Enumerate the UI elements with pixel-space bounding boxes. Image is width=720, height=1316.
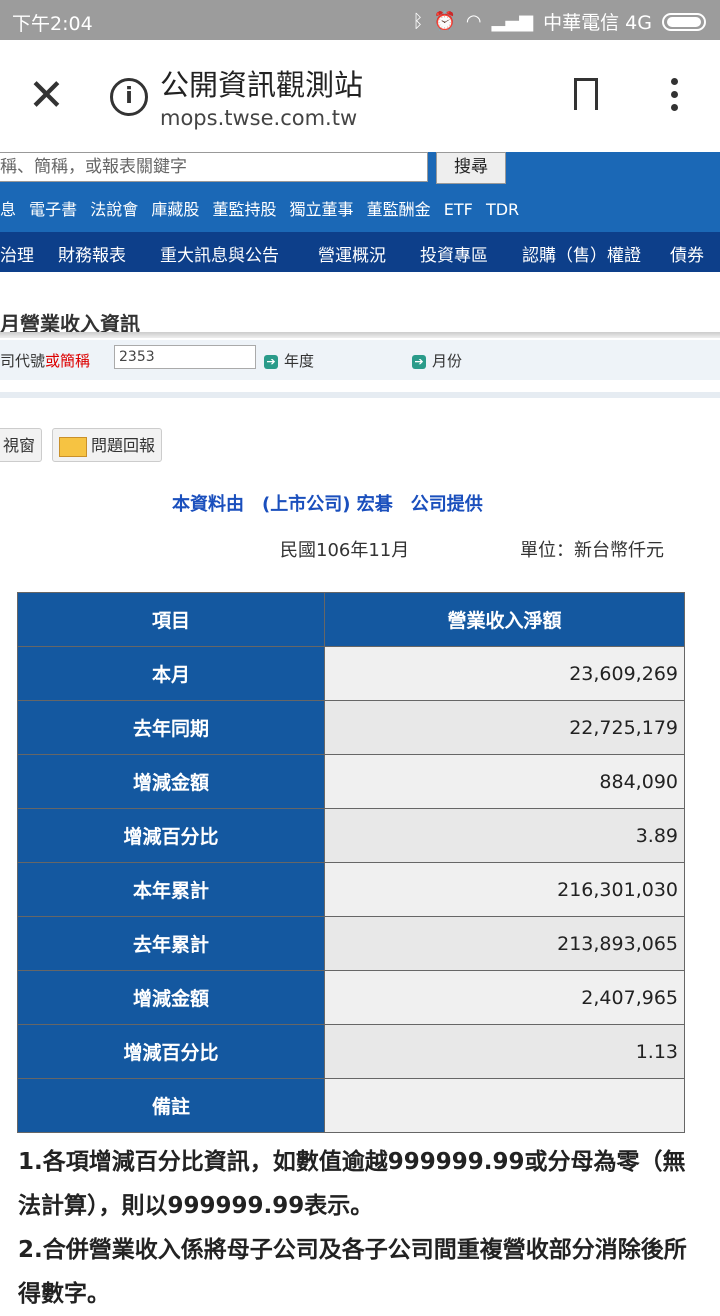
table-row: 本月 23,609,269 <box>17 646 685 701</box>
row-value: 1.13 <box>324 1024 685 1079</box>
row-value: 3.89 <box>324 808 685 863</box>
query-form: 司代號或簡稱 ➔年度 ➔月份 <box>0 340 720 380</box>
info-icon[interactable]: i <box>110 78 148 116</box>
row-value: 23,609,269 <box>324 646 685 701</box>
table-row: 去年同期 22,725,179 <box>17 700 685 755</box>
quick-link[interactable]: TDR <box>486 200 519 219</box>
search-button[interactable]: 搜尋 <box>436 152 506 184</box>
row-value <box>324 1078 685 1133</box>
nav-item[interactable]: 投資專區 <box>420 241 488 266</box>
quick-link[interactable]: 董監酬金 <box>367 200 431 219</box>
report-issue-button[interactable]: 問題回報 <box>52 428 163 462</box>
row-label: 去年同期 <box>17 700 325 755</box>
row-value: 22,725,179 <box>324 700 685 755</box>
footnote: 2.合併營業收入係將母子公司及各子公司間重複營收部分消除後所得數字。 <box>18 1237 687 1307</box>
quick-link[interactable]: 法說會 <box>90 200 138 219</box>
nav-item[interactable]: 營運概況 <box>318 241 386 266</box>
divider <box>0 392 720 398</box>
revenue-table: 項目 營業收入淨額 本月 23,609,269 去年同期 22,725,179 增減… <box>17 592 685 1133</box>
page-title: 公開資訊觀測站 <box>160 68 364 102</box>
quick-link[interactable]: 董監持股 <box>212 200 276 219</box>
quick-link[interactable]: 獨立董事 <box>290 200 354 219</box>
table-row: 增減百分比 1.13 <box>17 1024 685 1079</box>
row-value: 216,301,030 <box>324 862 685 917</box>
new-window-button[interactable]: 視窗 <box>0 428 43 462</box>
footnotes: 1.各項增減百分比資訊，如數值逾越999999.99或分母為零（無法計算），則以… <box>18 1140 708 1316</box>
row-label: 本年累計 <box>17 862 325 917</box>
nav-item[interactable]: 債券 <box>670 241 704 266</box>
bookmark-icon[interactable] <box>574 78 598 118</box>
arrow-right-icon: ➔ <box>264 354 278 369</box>
table-row: 增減百分比 3.89 <box>17 808 685 863</box>
alarm-icon: ⏰ <box>433 11 456 32</box>
row-value: 2,407,965 <box>324 970 685 1025</box>
nav-item[interactable]: 認購（售）權證 <box>522 241 641 266</box>
quick-link[interactable]: ETF <box>444 200 473 219</box>
table-row: 去年累計 213,893,065 <box>17 916 685 971</box>
divider <box>0 332 720 338</box>
company-code-input[interactable] <box>114 345 256 369</box>
year-selector[interactable]: ➔ 年度 <box>264 350 314 371</box>
table-row: 本年累計 216,301,030 <box>17 862 685 917</box>
wifi-icon: ◠ <box>465 11 482 32</box>
month-selector[interactable]: ➔ 月份 <box>412 350 462 371</box>
row-label: 增減金額 <box>17 970 325 1025</box>
footnote: 1.各項增減百分比資訊，如數值逾越999999.99或分母為零（無法計算），則以… <box>18 1149 686 1219</box>
mail-icon <box>59 436 87 457</box>
row-label: 本月 <box>17 646 325 701</box>
close-icon[interactable]: ✕ <box>28 72 65 120</box>
quick-link[interactable]: 庫藏股 <box>151 200 199 219</box>
row-label: 去年累計 <box>17 916 325 971</box>
currency-unit: 單位：新台幣仟元 <box>520 540 664 561</box>
nav-item[interactable]: 重大訊息與公告 <box>160 241 279 266</box>
carrier-label: 中華電信 4G <box>543 12 652 34</box>
nav-item[interactable]: 財務報表 <box>58 241 126 266</box>
quick-links: 息 電子書 法說會 庫藏股 董監持股 獨立董事 董監酬金 ETF TDR <box>0 196 527 220</box>
company-code-label: 司代號或簡稱 <box>0 352 91 370</box>
row-label: 增減百分比 <box>17 1024 325 1079</box>
quick-link[interactable]: 電子書 <box>29 200 77 219</box>
nav-item[interactable]: 治理 <box>0 241 34 266</box>
row-value: 213,893,065 <box>324 916 685 971</box>
table-header: 項目 營業收入淨額 <box>17 592 685 647</box>
battery-icon <box>662 12 706 31</box>
table-row: 備註 <box>17 1078 685 1133</box>
status-time: 下午2:04 <box>12 13 93 35</box>
column-header: 項目 <box>17 592 325 647</box>
arrow-right-icon: ➔ <box>412 354 426 369</box>
status-icons: ᛒ ⏰ ◠ ▂▄▆ 中華電信 4G <box>413 8 706 35</box>
row-label: 增減金額 <box>17 754 325 809</box>
page-url[interactable]: mops.twse.com.tw <box>160 106 357 130</box>
table-row: 增減金額 2,407,965 <box>17 970 685 1025</box>
table-row: 增減金額 884,090 <box>17 754 685 809</box>
row-label: 增減百分比 <box>17 808 325 863</box>
browser-app-bar: ✕ i 公開資訊觀測站 mops.twse.com.tw <box>0 40 720 152</box>
column-header: 營業收入淨額 <box>324 592 685 647</box>
row-value: 884,090 <box>324 754 685 809</box>
quick-link[interactable]: 息 <box>0 200 16 219</box>
search-input[interactable]: 稱、簡稱，或報表關鍵字 <box>0 152 428 182</box>
main-nav: 治理 財務報表 重大訊息與公告 營運概況 投資專區 認購（售）權證 債券 <box>0 232 720 272</box>
signal-icon: ▂▄▆ <box>491 11 534 32</box>
bluetooth-icon: ᛒ <box>412 11 424 32</box>
status-bar: 下午2:04 ᛒ ⏰ ◠ ▂▄▆ 中華電信 4G <box>0 0 720 40</box>
more-options-icon[interactable] <box>664 78 684 118</box>
row-label: 備註 <box>17 1078 325 1133</box>
report-period: 民國106年11月 <box>280 540 410 561</box>
